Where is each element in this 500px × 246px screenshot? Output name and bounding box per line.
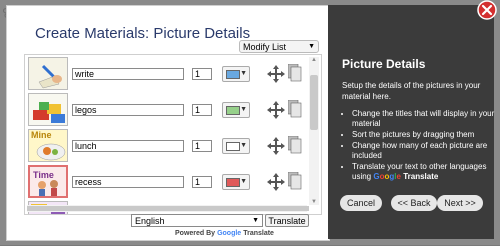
- scroll-down-icon[interactable]: ▼: [310, 199, 318, 205]
- panel-intro: Setup the details of the pictures in you…: [342, 81, 481, 101]
- chevron-down-icon: ▼: [240, 70, 247, 77]
- color-select[interactable]: ▼: [222, 66, 250, 82]
- list-item[interactable]: write 1 ▼: [28, 57, 306, 90]
- chevron-down-icon: ▼: [308, 43, 315, 50]
- modify-list-select[interactable]: Modify List ▼: [239, 40, 319, 53]
- language-value: English: [135, 215, 165, 226]
- next-button[interactable]: Next >>: [437, 195, 483, 211]
- picture-title-input[interactable]: write: [72, 68, 184, 80]
- copy-icon[interactable]: [288, 172, 302, 190]
- back-button[interactable]: << Back: [391, 195, 437, 211]
- google-logo: Google: [217, 230, 242, 237]
- chevron-down-icon: ▼: [240, 142, 247, 149]
- picture-thumbnail: Mine: [28, 129, 68, 162]
- color-select[interactable]: ▼: [222, 174, 250, 190]
- dialog-title: Create Materials: Picture Details: [35, 25, 251, 42]
- picture-count-value: 1: [195, 69, 201, 79]
- powered-by-prefix: Powered By: [175, 230, 216, 237]
- powered-by-google: Powered By Google Translate: [175, 230, 274, 237]
- picture-title-input[interactable]: lunch: [72, 140, 184, 152]
- close-icon[interactable]: [476, 0, 498, 20]
- picture-title-value: legos: [75, 105, 97, 115]
- copy-icon[interactable]: [288, 136, 302, 154]
- picture-details-dialog: Create Materials: Picture Details Modify…: [6, 5, 330, 241]
- color-swatch: [226, 70, 240, 79]
- picture-count-input[interactable]: 1: [192, 176, 212, 188]
- chevron-down-icon: ▼: [240, 106, 247, 113]
- scroll-up-icon[interactable]: ▲: [310, 57, 318, 63]
- lunch-thumbnail-label: Mine: [31, 130, 52, 140]
- picture-title-value: recess: [75, 177, 102, 187]
- picture-title-input[interactable]: legos: [72, 104, 184, 116]
- color-select[interactable]: ▼: [222, 138, 250, 154]
- modify-list-value: Modify List: [243, 41, 287, 52]
- translate-bullet-suffix: Translate: [403, 172, 439, 181]
- picture-list[interactable]: write 1 ▼ legos 1 ▼ Mine lunch 1 ▼ Time …: [24, 54, 322, 215]
- color-swatch: [226, 106, 240, 115]
- bullet-item: Sort the pictures by dragging them: [352, 130, 500, 140]
- language-select[interactable]: English ▼: [131, 214, 263, 227]
- picture-thumbnail: Time: [28, 165, 68, 198]
- move-arrows-icon[interactable]: [266, 136, 286, 156]
- scrollbar-thumb[interactable]: [27, 206, 309, 211]
- move-arrows-icon[interactable]: [266, 64, 286, 84]
- color-swatch: [226, 142, 240, 151]
- copy-icon[interactable]: [288, 64, 302, 82]
- scrollbar-thumb[interactable]: [310, 75, 318, 130]
- horizontal-scrollbar[interactable]: [27, 205, 309, 212]
- help-panel: Picture Details Setup the details of the…: [328, 5, 494, 239]
- move-arrows-icon[interactable]: [266, 100, 286, 120]
- color-swatch: [226, 178, 240, 187]
- chevron-down-icon: ▼: [252, 217, 259, 224]
- chevron-down-icon: ▼: [240, 178, 247, 185]
- picture-title-value: write: [75, 69, 95, 79]
- picture-count-input[interactable]: 1: [192, 140, 212, 152]
- picture-count-value: 1: [195, 177, 201, 187]
- panel-title: Picture Details: [342, 57, 426, 71]
- list-item[interactable]: Mine lunch 1 ▼: [28, 129, 306, 162]
- write-picture-icon: [29, 58, 67, 89]
- vertical-scrollbar[interactable]: ▲ ▼: [309, 57, 319, 205]
- picture-count-input[interactable]: 1: [192, 104, 212, 116]
- picture-title-input[interactable]: recess: [72, 176, 184, 188]
- panel-bullets: Change the titles that will display in y…: [342, 109, 500, 183]
- bullet-item: Translate your text to other languages u…: [352, 162, 500, 182]
- legos-picture-icon: [29, 94, 67, 125]
- copy-icon[interactable]: [288, 100, 302, 118]
- translate-button[interactable]: Translate: [265, 214, 309, 227]
- cancel-button[interactable]: Cancel: [340, 195, 382, 211]
- picture-thumbnail: [28, 57, 68, 90]
- picture-count-value: 1: [195, 141, 201, 151]
- list-item[interactable]: Time recess 1 ▼: [28, 165, 306, 198]
- powered-by-suffix: Translate: [243, 230, 274, 237]
- picture-thumbnail: [28, 93, 68, 126]
- picture-count-value: 1: [195, 105, 201, 115]
- move-arrows-icon[interactable]: [266, 172, 286, 192]
- picture-count-input[interactable]: 1: [192, 68, 212, 80]
- list-item[interactable]: legos 1 ▼: [28, 93, 306, 126]
- recess-thumbnail-label: Time: [33, 170, 54, 180]
- bullet-item: Change how many of each picture are incl…: [352, 141, 500, 161]
- bullet-item: Change the titles that will display in y…: [352, 109, 500, 129]
- picture-title-value: lunch: [75, 141, 97, 151]
- color-select[interactable]: ▼: [222, 102, 250, 118]
- google-logo: Google: [373, 172, 401, 181]
